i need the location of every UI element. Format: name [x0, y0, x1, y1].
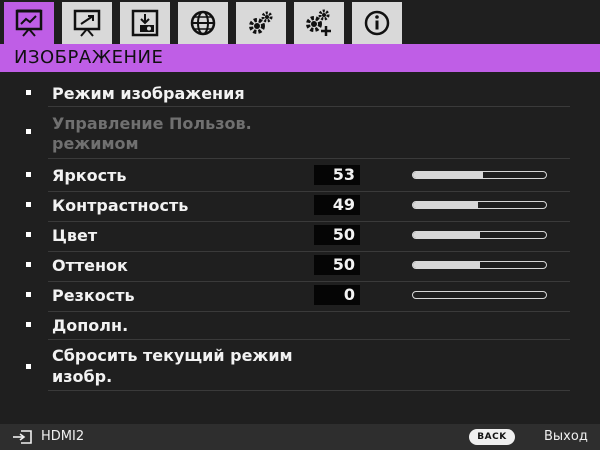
- menu-item-label: Оттенок: [52, 256, 128, 275]
- menu-item-label-line1: Сбросить текущий режим: [52, 346, 293, 365]
- menu-item-label: Контрастность: [52, 196, 189, 215]
- menu-item-label: Дополн.: [52, 316, 129, 335]
- tab-settings[interactable]: [234, 0, 288, 44]
- menu-item-brightness[interactable]: Яркость 53: [26, 163, 570, 192]
- installation-icon: [131, 9, 159, 37]
- contrast-value: 49: [314, 195, 360, 215]
- brightness-value: 53: [314, 165, 360, 185]
- menu-item-label-line2: режимом: [52, 134, 139, 153]
- sharpness-value: 0: [314, 285, 360, 305]
- menu-item-color[interactable]: Цвет 50: [26, 223, 570, 252]
- globe-icon: [190, 10, 216, 36]
- menu-tab-bar: [0, 0, 600, 44]
- menu-item-label-line1: Управление Пользов.: [52, 114, 252, 133]
- bullet-icon: [26, 232, 31, 237]
- tab-picture[interactable]: [2, 0, 56, 44]
- advanced-settings-icon: [306, 9, 331, 36]
- sharpness-slider[interactable]: [412, 291, 547, 299]
- tint-slider[interactable]: [412, 261, 547, 269]
- menu-item-reset-picture-mode[interactable]: Сбросить текущий режим изобр.: [26, 341, 570, 391]
- bullet-icon: [26, 322, 31, 327]
- tint-value: 50: [314, 255, 360, 275]
- info-icon: [364, 10, 390, 36]
- brightness-slider[interactable]: [412, 171, 547, 179]
- color-value: 50: [314, 225, 360, 245]
- menu-item-user-mode-management: Управление Пользов. режимом: [26, 108, 570, 159]
- slider-fill: [413, 172, 484, 178]
- menu-item-advanced[interactable]: Дополн.: [26, 313, 570, 340]
- bullet-icon: [26, 172, 31, 177]
- slider-fill: [413, 262, 480, 268]
- display-icon: [73, 9, 101, 37]
- menu-item-label: Режим изображения: [52, 84, 245, 103]
- bullet-icon: [26, 129, 31, 134]
- back-button[interactable]: BACK: [469, 429, 515, 445]
- menu-item-sharpness[interactable]: Резкость 0: [26, 283, 570, 312]
- input-source-icon: [13, 430, 32, 444]
- menu-item-picture-mode[interactable]: Режим изображения: [26, 79, 570, 107]
- color-slider[interactable]: [412, 231, 547, 239]
- settings-gears-icon: [249, 11, 273, 34]
- bullet-icon: [26, 292, 31, 297]
- slider-fill: [413, 232, 480, 238]
- bullet-icon: [26, 202, 31, 207]
- picture-icon: [15, 9, 43, 37]
- page-title: ИЗОБРАЖЕНИЕ: [0, 44, 600, 72]
- menu-item-label: Цвет: [52, 226, 98, 245]
- menu-item-contrast[interactable]: Контрастность 49: [26, 193, 570, 222]
- slider-fill: [413, 202, 479, 208]
- contrast-slider[interactable]: [412, 201, 547, 209]
- bullet-icon: [26, 364, 31, 369]
- menu-item-label-line2: изобр.: [52, 367, 113, 386]
- menu-item-label: Резкость: [52, 286, 135, 305]
- exit-label[interactable]: Выход: [544, 429, 588, 445]
- bullet-icon: [26, 262, 31, 267]
- tab-display[interactable]: [60, 0, 114, 44]
- bullet-icon: [26, 90, 31, 95]
- tab-information[interactable]: [350, 0, 404, 44]
- input-source-label: HDMI2: [41, 429, 85, 444]
- tab-installation[interactable]: [118, 0, 172, 44]
- menu-item-label: Яркость: [52, 166, 127, 185]
- menu-item-tint[interactable]: Оттенок 50: [26, 253, 570, 282]
- tab-system[interactable]: [176, 0, 230, 44]
- status-footer: HDMI2 BACK Выход: [0, 424, 600, 450]
- tab-advanced-settings[interactable]: [292, 0, 346, 44]
